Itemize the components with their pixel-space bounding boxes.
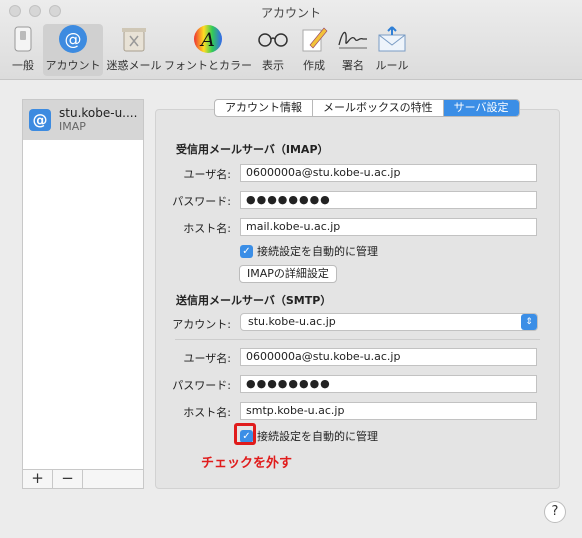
toolbar-compose-label: 作成	[303, 59, 325, 72]
toolbar: アカウント 一般 @ アカウント 迷惑メール A フォントとカラー 表示 作成 …	[0, 0, 582, 80]
imap-advanced-button[interactable]: IMAPの詳細設定	[239, 265, 337, 283]
toolbar-fonts-colors-label: フォントとカラー	[164, 59, 252, 72]
incoming-password-field[interactable]: ●●●●●●●●	[240, 191, 537, 209]
outgoing-password-label: パスワード:	[172, 379, 231, 392]
account-list-footer: + −	[22, 469, 144, 489]
window-title: アカウント	[260, 6, 321, 20]
toolbar-rules-label: ルール	[375, 59, 409, 72]
outgoing-username-label: ユーザ名:	[183, 352, 232, 365]
outgoing-auto-manage-row: ✓ 接続設定を自動的に管理	[240, 428, 378, 444]
incoming-auto-manage-row: ✓ 接続設定を自動的に管理	[240, 243, 378, 259]
incoming-username-label: ユーザ名:	[183, 168, 232, 181]
toolbar-view-label: 表示	[262, 59, 284, 72]
toolbar-general-label: 一般	[12, 59, 34, 72]
tab-server-settings[interactable]: サーバ設定	[443, 100, 519, 116]
outgoing-account-select[interactable]: stu.kobe-u.ac.jp ⇕	[240, 313, 538, 331]
incoming-username-field[interactable]: 0600000a@stu.kobe-u.ac.jp	[240, 164, 537, 182]
toolbar-signatures-label: 署名	[342, 59, 364, 72]
incoming-host-field[interactable]: mail.kobe-u.ac.jp	[240, 218, 537, 236]
at-sign-icon: @	[29, 109, 51, 131]
pencil-icon	[297, 24, 331, 54]
toolbar-junk-label: 迷惑メール	[106, 59, 162, 72]
toolbar-junk[interactable]: 迷惑メール	[106, 24, 162, 76]
annotation-text: チェックを外す	[201, 456, 293, 471]
incoming-section-title: 受信用メールサーバ（IMAP）	[176, 143, 329, 156]
toolbar-rules[interactable]: ルール	[374, 24, 410, 76]
outgoing-account-label: アカウント:	[172, 318, 231, 331]
outgoing-auto-manage-label: 接続設定を自動的に管理	[257, 430, 378, 443]
incoming-host-label: ホスト名:	[183, 222, 231, 235]
outgoing-host-field[interactable]: smtp.kobe-u.ac.jp	[240, 402, 537, 420]
toolbar-accounts[interactable]: @ アカウント	[43, 24, 103, 76]
tab-mailbox-behaviors[interactable]: メールボックスの特性	[313, 100, 444, 116]
toolbar-signatures[interactable]: 署名	[336, 24, 370, 76]
account-list: @ stu.kobe-u.... IMAP	[22, 99, 144, 489]
font-color-icon: A	[191, 24, 225, 54]
toolbar-compose[interactable]: 作成	[297, 24, 331, 76]
account-type: IMAP	[59, 120, 86, 133]
rules-envelope-icon	[375, 24, 409, 54]
at-sign-icon: @	[56, 24, 90, 54]
incoming-auto-manage-label: 接続設定を自動的に管理	[257, 245, 378, 258]
remove-account-button[interactable]: −	[53, 470, 83, 488]
outgoing-section-title: 送信用メールサーバ（SMTP）	[176, 294, 332, 307]
outgoing-account-value: stu.kobe-u.ac.jp	[248, 315, 336, 328]
trash-icon	[117, 24, 151, 54]
section-divider	[175, 339, 540, 340]
help-button[interactable]: ?	[544, 501, 566, 523]
svg-text:@: @	[65, 30, 82, 50]
tab-account-info[interactable]: アカウント情報	[215, 100, 313, 116]
toolbar-view[interactable]: 表示	[256, 24, 290, 76]
toolbar-general[interactable]: 一般	[6, 24, 40, 76]
account-list-item[interactable]: @ stu.kobe-u.... IMAP	[23, 100, 143, 140]
tab-bar: アカウント情報 メールボックスの特性 サーバ設定	[214, 99, 520, 117]
switch-icon	[6, 24, 40, 54]
annotation-highlight-box	[234, 423, 256, 445]
add-account-button[interactable]: +	[23, 470, 53, 488]
outgoing-password-field[interactable]: ●●●●●●●●	[240, 375, 537, 393]
chevron-updown-icon: ⇕	[521, 314, 537, 330]
toolbar-fonts-colors[interactable]: A フォントとカラー	[164, 24, 252, 76]
svg-text:A: A	[199, 29, 215, 51]
outgoing-host-label: ホスト名:	[183, 406, 231, 419]
account-name: stu.kobe-u....	[59, 106, 138, 120]
glasses-icon	[256, 24, 290, 54]
toolbar-accounts-label: アカウント	[45, 59, 101, 72]
incoming-password-label: パスワード:	[172, 195, 231, 208]
outgoing-username-field[interactable]: 0600000a@stu.kobe-u.ac.jp	[240, 348, 537, 366]
signature-icon	[336, 24, 370, 54]
incoming-auto-manage-checkbox[interactable]: ✓	[240, 244, 253, 258]
